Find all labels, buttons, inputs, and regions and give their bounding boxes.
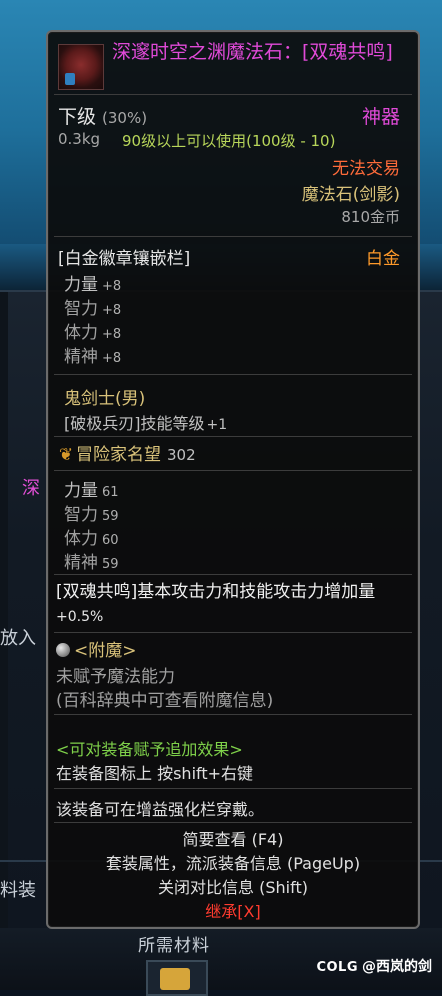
level-requirement: 90级以上可以使用(100级 - 10) bbox=[122, 132, 336, 150]
item-tooltip: 深邃时空之渊魔法石：[双魂共鸣] 下级 (30%) 神器 0.3kg 90级以上可… bbox=[46, 30, 420, 929]
skill-label: [破极兵刃]技能等级 bbox=[64, 414, 205, 433]
divider bbox=[54, 822, 412, 823]
skill-bonus: [破极兵刃]技能等级 +1 bbox=[64, 410, 227, 434]
stat-value: 59 bbox=[102, 557, 119, 572]
grade-label: 下级 bbox=[58, 106, 97, 128]
divider bbox=[54, 94, 412, 95]
magic-stone-icon bbox=[58, 44, 104, 90]
item-type: 魔法石(剑影) bbox=[301, 185, 400, 205]
divider bbox=[54, 714, 412, 715]
stat-value: 61 bbox=[102, 485, 119, 500]
stat-label: 精神 bbox=[64, 347, 98, 367]
orb-icon bbox=[56, 643, 70, 657]
slot-type: 白金 bbox=[366, 249, 400, 269]
stat-label: 智力 bbox=[64, 505, 98, 525]
job-requirement: 鬼剑士(男) bbox=[64, 389, 146, 409]
enchant-status: 未赋予魔法能力 bbox=[56, 667, 175, 687]
stat-label: 力量 bbox=[64, 481, 98, 501]
addon-title: <可对装备赋予追加效果> bbox=[56, 740, 243, 759]
stat-value: +8 bbox=[102, 303, 122, 318]
reputation-value: 302 bbox=[167, 446, 196, 464]
divider bbox=[54, 436, 412, 437]
trade-status: 无法交易 bbox=[332, 159, 400, 179]
reputation-label: 冒险家名望 bbox=[76, 445, 161, 465]
laurel-icon: ❦ bbox=[58, 445, 74, 465]
platinum-stat: 力量 +8 bbox=[64, 270, 121, 295]
stat-label: 智力 bbox=[64, 299, 98, 319]
divider bbox=[54, 470, 412, 471]
set-bonus-value: +0.5% bbox=[56, 609, 104, 625]
stat-value: +8 bbox=[102, 351, 122, 366]
adventurer-reputation: ❦ 冒险家名望 302 bbox=[56, 440, 196, 465]
gem-icon bbox=[65, 73, 75, 85]
platinum-stat: 智力 +8 bbox=[64, 294, 121, 319]
addon-hint: 在装备图标上 按shift+右键 bbox=[56, 764, 254, 783]
stat-label: 精神 bbox=[64, 553, 98, 573]
brief-view-option[interactable]: 简要查看 (F4) bbox=[48, 826, 418, 850]
background-left-label: 深 bbox=[22, 478, 40, 499]
background-left-label: 放入 bbox=[0, 628, 36, 649]
divider bbox=[54, 788, 412, 789]
skill-value: +1 bbox=[206, 417, 228, 433]
material-item-icon bbox=[160, 968, 190, 990]
enchant-title-text: <附魔> bbox=[74, 641, 137, 661]
close-compare-option[interactable]: 关闭对比信息 (Shift) bbox=[48, 874, 418, 898]
watermark-handle: @西岚的剑 bbox=[362, 959, 432, 975]
slot-title: [白金徽章镶嵌栏] bbox=[58, 249, 191, 269]
item-weight: 0.3kg bbox=[58, 130, 101, 148]
base-stat: 精神 59 bbox=[64, 548, 119, 573]
watermark: COLG @西岚的剑 bbox=[316, 956, 432, 976]
stat-value: 60 bbox=[102, 533, 119, 548]
set-bonus-text: [双魂共鸣]基本攻击力和技能攻击力增加量 bbox=[56, 582, 376, 602]
divider bbox=[54, 374, 412, 375]
platinum-stat: 精神 +8 bbox=[64, 342, 121, 367]
watermark-logo: COLG bbox=[316, 960, 358, 975]
stat-label: 力量 bbox=[64, 275, 98, 295]
stat-value: +8 bbox=[102, 327, 122, 342]
enchant-hint: (百科辞典中可查看附魔信息) bbox=[56, 691, 274, 711]
grade-percent: (30%) bbox=[102, 109, 148, 127]
item-rarity: 神器 bbox=[361, 106, 400, 128]
platinum-stat: 体力 +8 bbox=[64, 318, 121, 343]
enchant-title: <附魔> bbox=[56, 636, 137, 661]
base-stat: 体力 60 bbox=[64, 524, 119, 549]
item-grade: 下级 (30%) bbox=[58, 102, 147, 129]
stat-value: 59 bbox=[102, 509, 119, 524]
stat-value: +8 bbox=[102, 279, 122, 294]
item-price: 810金币 bbox=[341, 208, 400, 226]
required-materials-label: 所需材料 bbox=[138, 936, 210, 956]
base-stat: 力量 61 bbox=[64, 476, 119, 501]
material-slot[interactable] bbox=[146, 960, 208, 996]
divider bbox=[54, 632, 412, 633]
background-left-label: 料装 bbox=[0, 880, 36, 901]
stat-label: 体力 bbox=[64, 323, 98, 343]
stat-label: 体力 bbox=[64, 529, 98, 549]
background-window-edge bbox=[0, 290, 8, 930]
inherit-option[interactable]: 继承[X] bbox=[48, 898, 418, 922]
base-stat: 智力 59 bbox=[64, 500, 119, 525]
divider bbox=[54, 236, 412, 237]
set-info-option[interactable]: 套装属性，流派装备信息 (PageUp) bbox=[48, 850, 418, 874]
equip-note: 该装备可在增益强化栏穿戴。 bbox=[56, 800, 265, 819]
set-bonus: [双魂共鸣]基本攻击力和技能攻击力增加量 +0.5% bbox=[56, 580, 396, 629]
divider bbox=[54, 574, 412, 575]
item-title: 深邃时空之渊魔法石：[双魂共鸣] bbox=[112, 41, 393, 63]
